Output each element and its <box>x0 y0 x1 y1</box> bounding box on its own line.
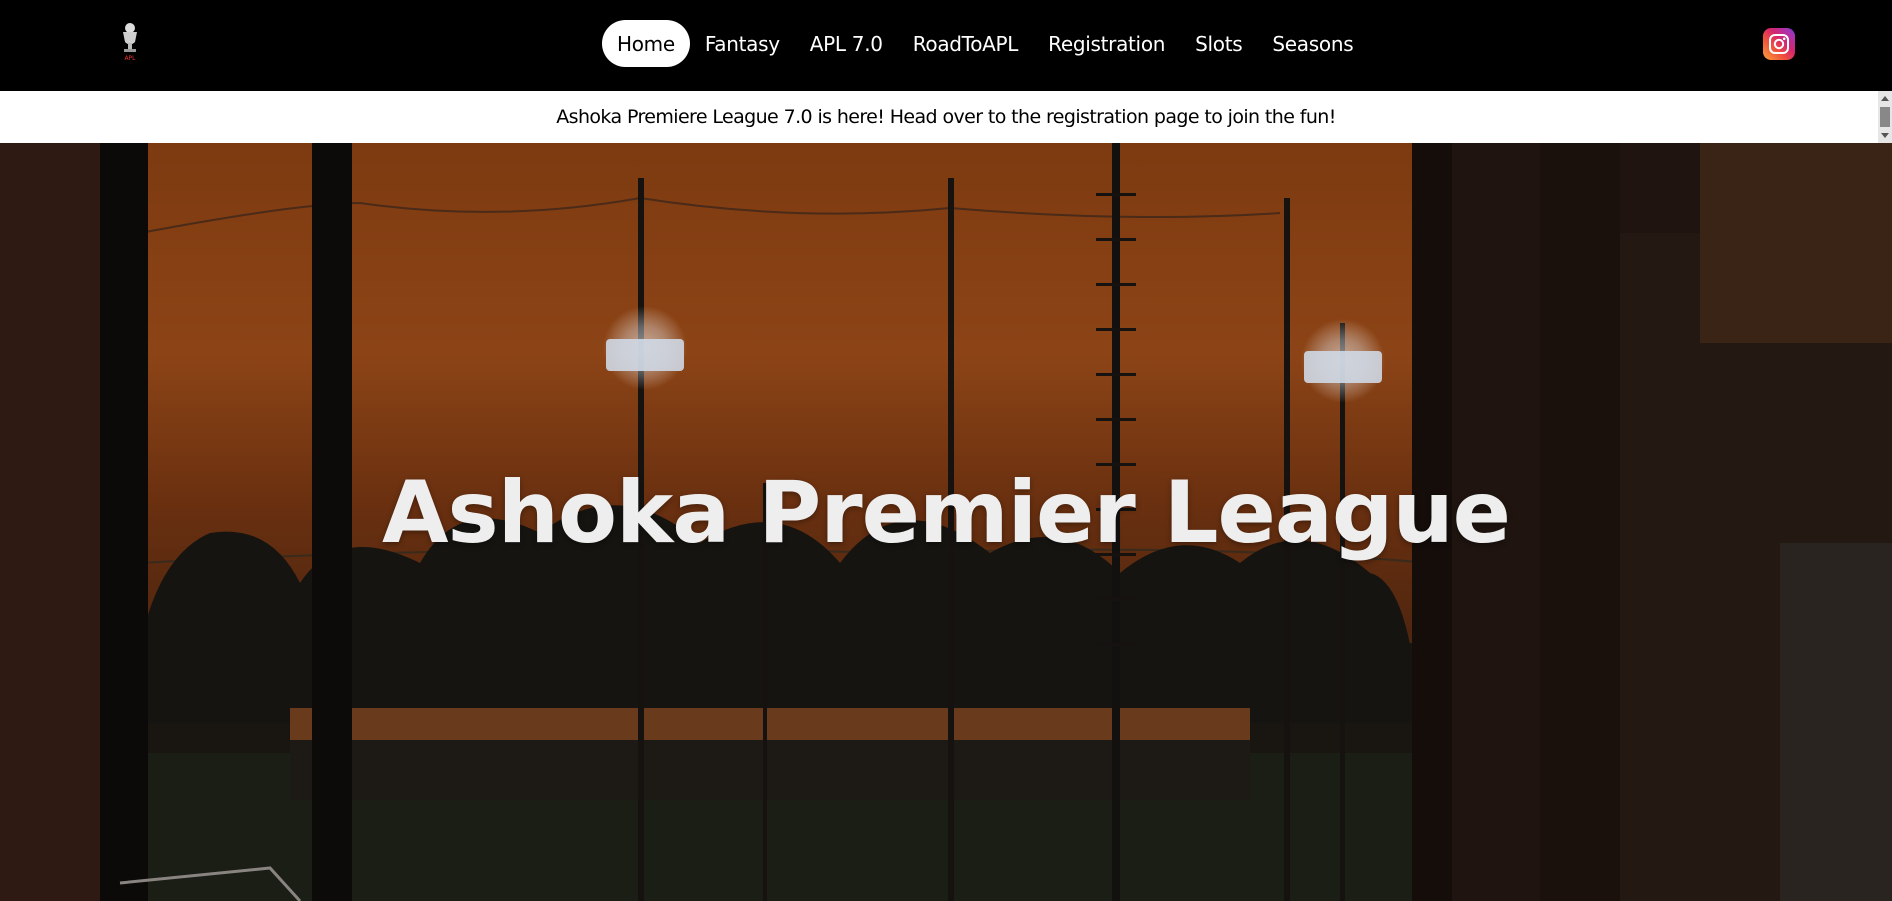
apl-logo[interactable]: APL <box>118 22 142 62</box>
hero-title: Ashoka Premier League <box>381 463 1511 563</box>
instagram-link[interactable] <box>1763 28 1795 60</box>
trophy-logo-icon: APL <box>123 23 137 62</box>
nav-home[interactable]: Home <box>602 20 690 67</box>
scroll-thumb[interactable] <box>1880 107 1890 127</box>
nav-slots[interactable]: Slots <box>1180 20 1257 67</box>
announcement-scrollbar[interactable] <box>1878 91 1892 143</box>
main-nav: Home Fantasy APL 7.0 RoadToAPL Registrat… <box>602 20 1368 67</box>
scroll-up-arrow-icon[interactable] <box>1881 96 1889 101</box>
nav-road-to-apl[interactable]: RoadToAPL <box>898 20 1033 67</box>
announcement-text: Ashoka Premiere League 7.0 is here! Head… <box>556 106 1336 128</box>
nav-seasons[interactable]: Seasons <box>1257 20 1368 67</box>
nav-apl-7[interactable]: APL 7.0 <box>795 20 898 67</box>
logo-text: APL <box>124 55 136 62</box>
scroll-down-arrow-icon[interactable] <box>1881 133 1889 138</box>
instagram-icon <box>1769 34 1789 54</box>
nav-fantasy[interactable]: Fantasy <box>690 20 795 67</box>
top-navbar: APL Home Fantasy APL 7.0 RoadToAPL Regis… <box>0 0 1892 91</box>
announcement-bar: Ashoka Premiere League 7.0 is here! Head… <box>0 91 1892 143</box>
nav-registration[interactable]: Registration <box>1033 20 1180 67</box>
hero-section: Ashoka Premier League <box>0 143 1892 901</box>
